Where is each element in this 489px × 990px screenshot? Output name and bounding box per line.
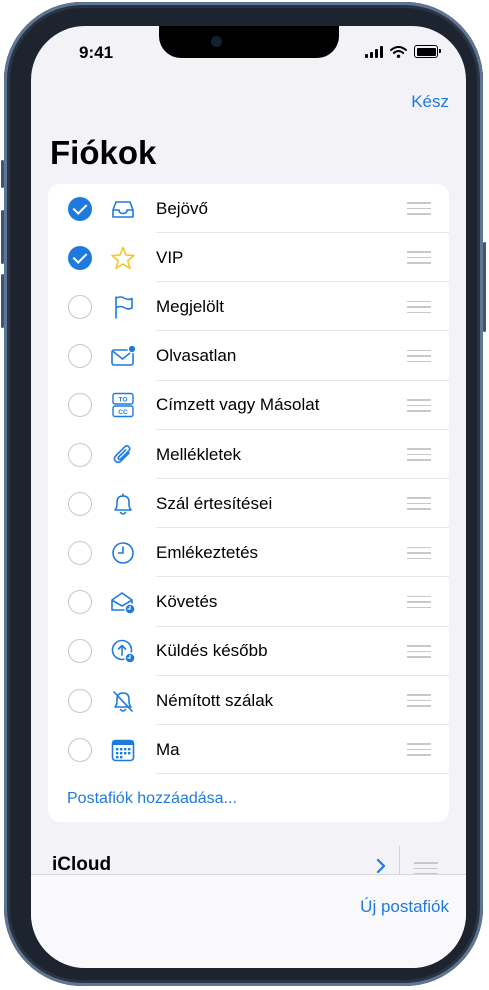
bottom-toolbar: Új postafiók: [31, 874, 466, 968]
clock-icon: [110, 540, 136, 566]
wifi-icon: [390, 45, 407, 58]
mailbox-row-mellekletek[interactable]: Mellékletek: [48, 430, 449, 479]
empty-circle-icon[interactable]: [68, 688, 92, 713]
done-button[interactable]: Kész: [411, 92, 449, 112]
chevron-right-icon[interactable]: [376, 858, 386, 874]
empty-circle-icon[interactable]: [68, 294, 92, 319]
checkmark-circle-icon[interactable]: [68, 245, 92, 270]
mailbox-row-bejovo[interactable]: Bejövő: [48, 184, 449, 233]
envelope-clock-icon: [110, 589, 136, 615]
mailbox-label: Címzett vagy Másolat: [156, 395, 320, 415]
empty-circle-icon[interactable]: [68, 344, 92, 369]
reorder-handle-icon[interactable]: [407, 493, 431, 514]
empty-circle-icon[interactable]: [68, 737, 92, 762]
volume-down-button: [1, 274, 4, 328]
reorder-handle-icon[interactable]: [407, 395, 431, 416]
reorder-handle-icon[interactable]: [407, 444, 431, 465]
mailbox-label: VIP: [156, 247, 184, 267]
bell-slash-icon: [110, 688, 136, 714]
mailbox-label: Szál értesítései: [156, 493, 273, 513]
battery-icon: [414, 45, 441, 58]
send-later-icon: [110, 638, 136, 664]
calendar-icon: [110, 737, 136, 763]
mailbox-row-cimzett-vagy-masolat[interactable]: TO CC Címzett vagy Másolat: [48, 381, 449, 430]
mailbox-label: Olvasatlan: [156, 346, 237, 366]
add-mailbox-link[interactable]: Postafiók hozzáadása...: [67, 790, 237, 808]
notch: [159, 26, 339, 58]
reorder-handle-icon[interactable]: [407, 592, 431, 613]
mailbox-row-olvasatlan[interactable]: Olvasatlan: [48, 332, 449, 381]
mailbox-row-szal-ertesitesei[interactable]: Szál értesítései: [48, 479, 449, 529]
phone-frame: 9:41 Kész Fiókok Bejövő VIP Megjelölt Olvas…: [1, 2, 486, 986]
mailbox-row-emlekeztetes[interactable]: Emlékeztetés: [48, 528, 449, 578]
mailbox-row-vip[interactable]: VIP: [48, 233, 449, 283]
paperclip-icon: [110, 442, 136, 468]
reorder-handle-icon[interactable]: [407, 297, 431, 318]
camera-icon: [211, 36, 222, 47]
empty-circle-icon[interactable]: [68, 540, 92, 565]
to-label: TO: [118, 397, 127, 404]
mailbox-label: Ma: [156, 739, 180, 759]
screen: 9:41 Kész Fiókok Bejövő VIP Megjelölt Olvas…: [31, 26, 466, 968]
to-cc-icon: TO CC: [110, 392, 136, 418]
mailbox-label: Követés: [156, 592, 218, 612]
empty-circle-icon[interactable]: [68, 491, 92, 516]
star-icon: [110, 245, 136, 271]
mailbox-row-kovetes[interactable]: Követés: [48, 578, 449, 627]
reorder-handle-icon[interactable]: [407, 247, 431, 268]
unread-envelope-icon: [110, 343, 137, 369]
row-separator: [156, 773, 449, 775]
page-title: Fiókok: [50, 134, 157, 171]
reorder-handle-icon[interactable]: [407, 739, 431, 760]
mailbox-label: Küldés később: [156, 641, 268, 661]
checkmark-circle-icon[interactable]: [68, 196, 92, 221]
mailbox-row-megjelolt[interactable]: Megjelölt: [48, 282, 449, 332]
bell-icon: [110, 491, 136, 517]
icloud-section-title[interactable]: iCloud: [52, 854, 111, 876]
status-time: 9:41: [79, 43, 114, 62]
reorder-handle-icon[interactable]: [407, 641, 431, 662]
mailbox-label: Némított szálak: [156, 690, 274, 710]
empty-circle-icon[interactable]: [68, 442, 92, 467]
status-icons: [365, 45, 441, 58]
mailbox-row-kuldes-kesobb[interactable]: Küldés később: [48, 627, 449, 676]
mailbox-label: Bejövő: [156, 198, 208, 218]
mailbox-row-nemitott-szalak[interactable]: Némított szálak: [48, 676, 449, 725]
silent-switch: [1, 160, 4, 188]
cc-label: CC: [118, 409, 128, 416]
mailbox-label: Megjelölt: [156, 296, 225, 316]
new-mailbox-button[interactable]: Új postafiók: [360, 897, 449, 917]
mailbox-label: Emlékeztetés: [156, 542, 259, 562]
reorder-handle-icon[interactable]: [407, 198, 431, 219]
volume-up-button: [1, 210, 4, 264]
mailbox-label: Mellékletek: [156, 444, 242, 464]
mailbox-list: Bejövő VIP Megjelölt Olvasatlan TO CC Címzett …: [48, 184, 449, 822]
reorder-handle-icon[interactable]: [407, 346, 431, 367]
empty-circle-icon[interactable]: [68, 393, 92, 418]
cellular-signal-icon: [365, 45, 383, 58]
reorder-handle-icon[interactable]: [407, 690, 431, 711]
inbox-tray-icon: [110, 196, 136, 222]
power-button: [483, 242, 486, 332]
empty-circle-icon[interactable]: [68, 590, 92, 615]
mailbox-row-ma[interactable]: Ma: [48, 725, 449, 775]
reorder-handle-icon[interactable]: [407, 543, 431, 564]
empty-circle-icon[interactable]: [68, 639, 92, 664]
flag-icon: [110, 294, 136, 320]
